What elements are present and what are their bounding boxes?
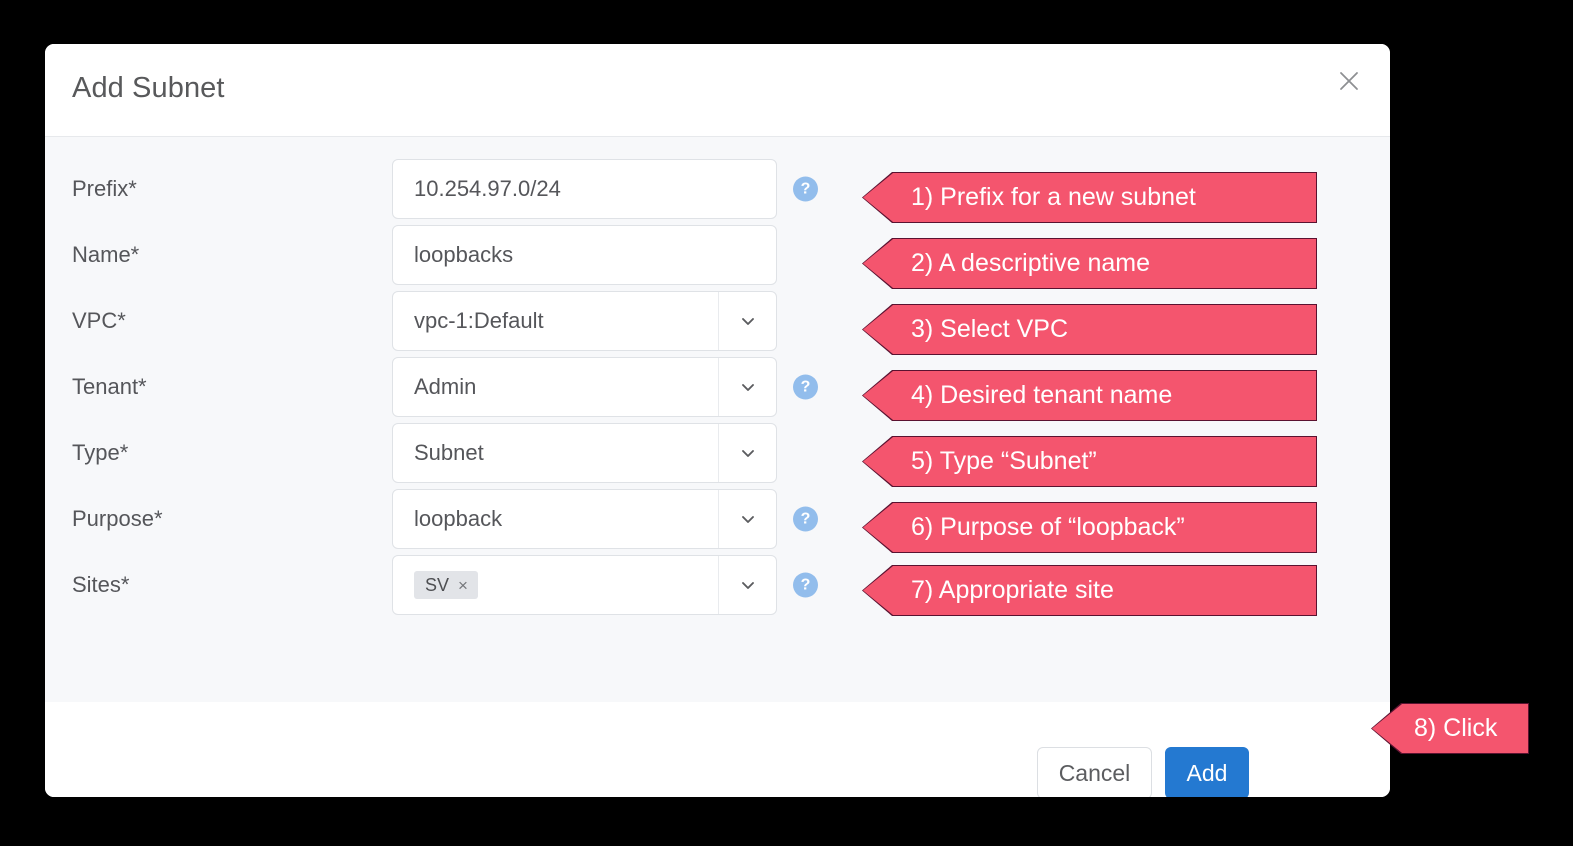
help-icon-tenant[interactable]: ? — [793, 374, 818, 400]
type-select[interactable]: Subnet — [392, 423, 777, 483]
tenant-select[interactable]: Admin — [392, 357, 777, 417]
close-icon[interactable] — [1332, 64, 1366, 98]
vpc-label: VPC* — [72, 308, 126, 333]
type-value: Subnet — [414, 440, 484, 465]
annotation-label: 7) Appropriate site — [863, 566, 1316, 615]
annotation-callout-8: 8) Click — [1371, 703, 1529, 754]
annotation-label: 1) Prefix for a new subnet — [863, 173, 1316, 222]
chevron-down-icon[interactable] — [718, 292, 776, 350]
page-title: Add Subnet — [72, 72, 225, 104]
screen: Add Subnet Prefix* 10.254.97.0/24 ? Name… — [0, 0, 1573, 846]
purpose-select[interactable]: loopback — [392, 489, 777, 549]
annotation-callout-7: 7) Appropriate site — [862, 565, 1317, 616]
help-icon-prefix[interactable]: ? — [793, 176, 818, 202]
annotation-label: 4) Desired tenant name — [863, 371, 1316, 420]
chevron-down-icon[interactable] — [718, 556, 776, 614]
annotation-callout-5: 5) Type “Subnet” — [862, 436, 1317, 487]
annotation-callout-3: 3) Select VPC — [862, 304, 1317, 355]
tenant-label: Tenant* — [72, 374, 147, 399]
add-button[interactable]: Add — [1165, 747, 1249, 797]
name-value: loopbacks — [414, 242, 514, 267]
vpc-value: vpc-1:Default — [414, 308, 544, 333]
vpc-select[interactable]: vpc-1:Default — [392, 291, 777, 351]
chevron-down-icon[interactable] — [718, 358, 776, 416]
dialog-footer: Cancel Add — [45, 702, 1390, 797]
dialog-header: Add Subnet — [45, 44, 1390, 137]
sites-label: Sites* — [72, 572, 130, 597]
chevron-down-icon[interactable] — [718, 424, 776, 482]
site-token-label: SV — [425, 575, 450, 595]
annotation-callout-1: 1) Prefix for a new subnet — [862, 172, 1317, 223]
name-input[interactable]: loopbacks — [392, 225, 777, 285]
annotation-callout-4: 4) Desired tenant name — [862, 370, 1317, 421]
sites-multiselect[interactable]: SV × — [392, 555, 777, 615]
annotation-label: 6) Purpose of “loopback” — [863, 503, 1316, 552]
help-icon-sites[interactable]: ? — [793, 572, 818, 598]
cancel-button[interactable]: Cancel — [1037, 747, 1152, 797]
site-token[interactable]: SV × — [414, 571, 478, 599]
tenant-value: Admin — [414, 374, 477, 399]
prefix-input[interactable]: 10.254.97.0/24 — [392, 159, 777, 219]
annotation-label: 3) Select VPC — [863, 305, 1316, 354]
purpose-value: loopback — [414, 506, 503, 531]
name-label: Name* — [72, 242, 140, 267]
chevron-down-icon[interactable] — [718, 490, 776, 548]
remove-token-icon[interactable]: × — [458, 577, 468, 594]
annotation-callout-2: 2) A descriptive name — [862, 238, 1317, 289]
help-icon-purpose[interactable]: ? — [793, 506, 818, 532]
type-label: Type* — [72, 440, 129, 465]
annotation-callout-6: 6) Purpose of “loopback” — [862, 502, 1317, 553]
prefix-label: Prefix* — [72, 176, 137, 201]
annotation-label: 8) Click — [1372, 704, 1528, 753]
sites-value: SV × — [393, 571, 718, 599]
annotation-label: 2) A descriptive name — [863, 239, 1316, 288]
prefix-value: 10.254.97.0/24 — [414, 176, 561, 201]
annotation-label: 5) Type “Subnet” — [863, 437, 1316, 486]
purpose-label: Purpose* — [72, 506, 163, 531]
